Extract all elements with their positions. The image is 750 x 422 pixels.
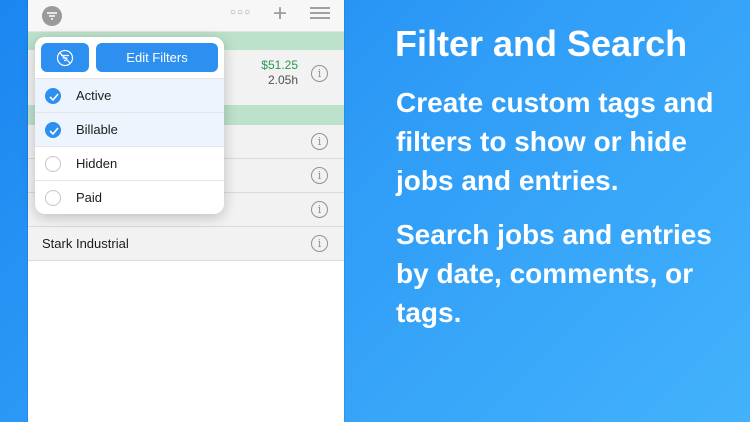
popover-header: Edit Filters — [35, 37, 224, 78]
toolbar: ○○○ + — [28, 0, 344, 32]
filter-off-icon — [56, 49, 74, 66]
edit-filters-button[interactable]: Edit Filters — [96, 43, 218, 72]
add-icon[interactable]: + — [273, 2, 287, 26]
headline: Filter and Search — [395, 23, 688, 64]
more-icon[interactable]: ○○○ — [230, 7, 251, 18]
filter-item-paid[interactable]: Paid — [35, 180, 224, 214]
list-icon[interactable] — [310, 7, 330, 25]
description-search: Search jobs and entries by date, comment… — [396, 219, 712, 328]
filter-label: Paid — [76, 190, 103, 205]
filter-item-active[interactable]: Active — [35, 78, 224, 112]
clear-filters-button[interactable] — [41, 43, 89, 72]
filter-icon[interactable] — [42, 6, 62, 26]
filter-label: Active — [76, 88, 112, 103]
filter-label: Billable — [76, 122, 118, 137]
filter-item-hidden[interactable]: Hidden — [35, 146, 224, 180]
empty-circle-icon[interactable] — [45, 156, 61, 172]
checkmark-icon[interactable] — [45, 122, 61, 138]
filter-popover: Edit Filters Active Billable Hidden Paid — [35, 37, 224, 214]
filter-item-billable[interactable]: Billable — [35, 112, 224, 146]
filter-label: Hidden — [76, 156, 118, 171]
description-filters: Create custom tags and filters to show o… — [396, 87, 714, 196]
empty-circle-icon[interactable] — [45, 190, 61, 206]
checkmark-icon[interactable] — [45, 88, 61, 104]
